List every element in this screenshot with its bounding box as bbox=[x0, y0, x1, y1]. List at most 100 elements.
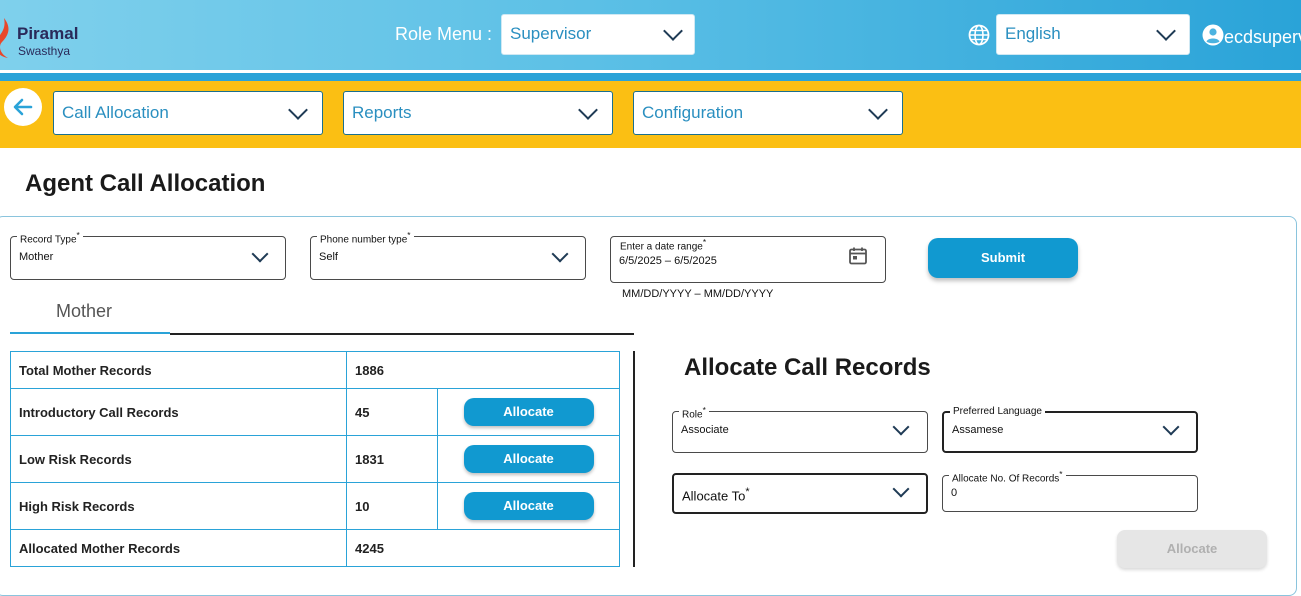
page-title: Agent Call Allocation bbox=[25, 170, 266, 197]
allocate-section-title: Allocate Call Records bbox=[684, 354, 931, 381]
preferred-language-value: Assamese bbox=[952, 424, 1004, 436]
nav-item-label: Configuration bbox=[642, 103, 744, 122]
arrow-back-icon bbox=[13, 98, 33, 116]
record-value: 10 bbox=[346, 482, 438, 530]
calendar-icon[interactable] bbox=[848, 246, 868, 266]
language-select[interactable]: English bbox=[996, 14, 1190, 55]
label-text: Role bbox=[682, 409, 703, 421]
table-row: High Risk Records 10 Allocate bbox=[10, 482, 620, 530]
action-cell: Allocate bbox=[437, 482, 620, 530]
nav-call-allocation[interactable]: Call Allocation bbox=[53, 91, 323, 135]
chevron-down-icon bbox=[892, 418, 910, 436]
role-field-label: Role* bbox=[679, 405, 709, 421]
chevron-down-icon bbox=[551, 245, 569, 263]
date-format-hint: MM/DD/YYYY – MM/DD/YYYY bbox=[622, 288, 774, 300]
phone-number-type-select[interactable]: Phone number type* Self bbox=[310, 230, 586, 280]
label-text: Enter a date range bbox=[620, 241, 703, 253]
action-cell: Allocate bbox=[437, 388, 620, 436]
record-value: 45 bbox=[346, 388, 438, 436]
role-field-value: Associate bbox=[681, 424, 729, 436]
nav-configuration[interactable]: Configuration bbox=[633, 91, 903, 135]
table-row: Low Risk Records 1831 Allocate bbox=[10, 435, 620, 483]
allocate-introductory-button[interactable]: Allocate bbox=[463, 398, 594, 426]
table-row: Introductory Call Records 45 Allocate bbox=[10, 388, 620, 436]
preferred-language-select[interactable]: Preferred Language Assamese bbox=[942, 406, 1198, 453]
record-type-value: Mother bbox=[19, 251, 54, 263]
header-band bbox=[0, 73, 1301, 81]
brand-title: Piramal bbox=[17, 24, 79, 43]
role-select[interactable]: Supervisor bbox=[501, 14, 695, 55]
record-type-select[interactable]: Record Type* Mother bbox=[10, 230, 286, 280]
date-separator: – bbox=[664, 255, 672, 267]
account-circle-icon bbox=[1202, 24, 1224, 46]
active-tab-indicator bbox=[10, 332, 170, 334]
nav-item-label: Reports bbox=[352, 103, 412, 122]
required-mark: * bbox=[702, 237, 707, 247]
allocate-low-risk-button[interactable]: Allocate bbox=[463, 445, 594, 473]
back-button[interactable] bbox=[4, 88, 42, 126]
record-label: Total Mother Records bbox=[10, 351, 347, 389]
chevron-down-icon bbox=[1156, 21, 1176, 41]
date-range-field[interactable]: Enter a date range* 6/5/2025 – 6/5/2025 bbox=[610, 236, 886, 283]
required-mark: * bbox=[1059, 469, 1063, 479]
piramal-logo: Piramal Swasthya bbox=[0, 14, 110, 60]
username: ecdsuperv bbox=[1224, 27, 1301, 47]
allocate-high-risk-button[interactable]: Allocate bbox=[463, 492, 594, 520]
nav-item-label: Call Allocation bbox=[62, 103, 169, 122]
chevron-down-icon bbox=[892, 480, 910, 498]
section-divider bbox=[633, 351, 635, 567]
record-label: High Risk Records bbox=[10, 482, 347, 530]
allocate-button[interactable]: Allocate bbox=[1117, 530, 1267, 568]
chevron-down-icon bbox=[288, 100, 308, 120]
table-row: Total Mother Records 1886 bbox=[10, 351, 620, 389]
phone-number-type-value: Self bbox=[319, 251, 338, 263]
role-field-select[interactable]: Role* Associate bbox=[672, 405, 928, 453]
nav-reports[interactable]: Reports bbox=[343, 91, 613, 135]
phone-number-type-label: Phone number type* bbox=[317, 230, 414, 246]
record-type-label: Record Type* bbox=[17, 230, 83, 246]
chevron-down-icon bbox=[578, 100, 598, 120]
role-select-value: Supervisor bbox=[510, 24, 592, 43]
chevron-down-icon bbox=[251, 245, 269, 263]
required-mark: * bbox=[407, 230, 411, 240]
record-value: 4245 bbox=[346, 529, 620, 567]
allocate-count-label: Allocate No. Of Records* bbox=[949, 469, 1066, 485]
placeholder-text: Allocate To bbox=[682, 488, 746, 504]
allocate-count-input[interactable]: Allocate No. Of Records* 0 bbox=[942, 469, 1198, 512]
date-range-label: Enter a date range* bbox=[617, 237, 710, 253]
label-text: Phone number type bbox=[320, 234, 408, 246]
user-menu[interactable]: ecdsuperv bbox=[1202, 24, 1301, 48]
required-mark: * bbox=[76, 230, 80, 240]
record-label: Low Risk Records bbox=[10, 435, 347, 483]
record-value: 1886 bbox=[346, 351, 620, 389]
tab-divider bbox=[170, 333, 634, 335]
brand-subtitle: Swasthya bbox=[18, 44, 71, 58]
record-label: Introductory Call Records bbox=[10, 388, 347, 436]
date-start[interactable]: 6/5/2025 bbox=[619, 255, 662, 267]
allocate-to-placeholder: Allocate To* bbox=[682, 486, 750, 503]
tab-label: Mother bbox=[56, 301, 113, 321]
allocate-count-value: 0 bbox=[951, 487, 958, 499]
flame-icon bbox=[0, 18, 9, 58]
globe-icon bbox=[968, 24, 990, 46]
table-row: Allocated Mother Records 4245 bbox=[10, 529, 620, 567]
tab-mother[interactable]: Mother bbox=[10, 296, 170, 334]
date-range-value: 6/5/2025 – 6/5/2025 bbox=[619, 255, 717, 267]
chevron-down-icon bbox=[1162, 418, 1180, 436]
label-text: Allocate No. Of Records bbox=[952, 473, 1060, 485]
record-value: 1831 bbox=[346, 435, 438, 483]
required-mark: * bbox=[702, 405, 706, 415]
required-mark: * bbox=[745, 486, 750, 498]
label-text: Record Type bbox=[20, 234, 77, 246]
submit-button[interactable]: Submit bbox=[928, 238, 1078, 278]
chevron-down-icon bbox=[663, 21, 683, 41]
date-end[interactable]: 6/5/2025 bbox=[674, 255, 717, 267]
records-table: Total Mother Records 1886 Introductory C… bbox=[10, 351, 620, 567]
language-select-value: English bbox=[1005, 24, 1061, 43]
record-label: Allocated Mother Records bbox=[10, 529, 347, 567]
action-cell: Allocate bbox=[437, 435, 620, 483]
chevron-down-icon bbox=[868, 100, 888, 120]
allocate-to-select[interactable]: Allocate To* bbox=[672, 473, 928, 514]
preferred-language-label: Preferred Language bbox=[950, 406, 1045, 417]
app-header: Piramal Swasthya Role Menu : Supervisor … bbox=[0, 0, 1301, 70]
